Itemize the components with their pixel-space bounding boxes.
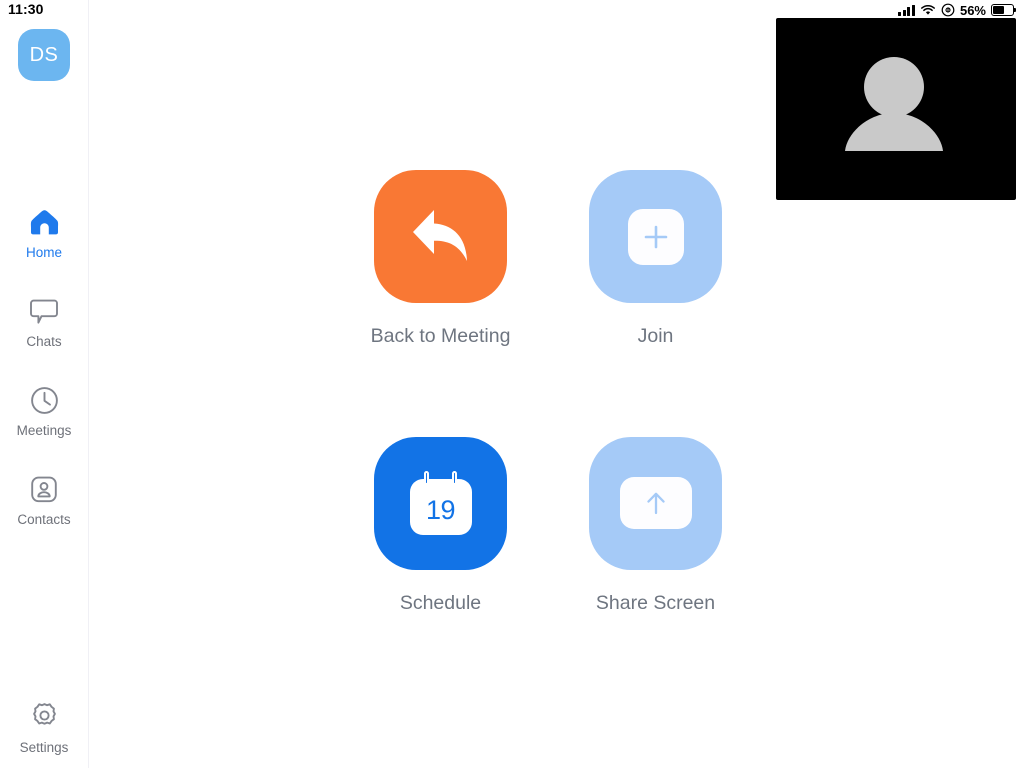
gear-icon xyxy=(30,699,59,733)
action-schedule[interactable]: 19 Schedule xyxy=(374,436,507,614)
sidebar-nav: Home Chats Meetings Contacts xyxy=(0,199,88,555)
battery-icon xyxy=(991,4,1016,16)
action-label: Share Screen xyxy=(595,591,716,614)
sidebar-item-label: Meetings xyxy=(16,423,72,438)
sidebar-item-label: Contacts xyxy=(17,512,71,527)
action-label: Schedule xyxy=(399,591,482,614)
avatar-initials: DS xyxy=(29,43,59,66)
share-screen-tile[interactable] xyxy=(589,436,722,570)
calendar-day: 19 xyxy=(425,494,456,525)
sidebar-item-home[interactable]: Home xyxy=(0,199,88,288)
avatar[interactable]: DS xyxy=(18,29,70,81)
battery-percent: 56% xyxy=(959,2,986,18)
sidebar-item-settings[interactable]: Settings xyxy=(0,699,88,755)
wifi-icon xyxy=(921,4,935,15)
status-bar: 11:30 56% xyxy=(0,0,1024,20)
home-actions: Back to Meeting Join 19 Schedule Share S… xyxy=(371,170,741,614)
action-label: Back to Meeting xyxy=(370,325,511,347)
schedule-tile[interactable]: 19 xyxy=(374,436,507,570)
person-silhouette-icon xyxy=(845,57,943,151)
chat-bubble-icon xyxy=(29,294,59,328)
sidebar-item-contacts[interactable]: Contacts xyxy=(0,466,88,555)
action-join[interactable]: Join xyxy=(589,170,722,347)
zoom-home-screen: 11:30 56% DS Home Chats Meetings Contact… xyxy=(0,0,1024,768)
self-video-preview[interactable] xyxy=(776,18,1016,200)
clock-icon xyxy=(30,383,59,417)
action-label: Join xyxy=(637,325,674,347)
calendar-icon: 19 xyxy=(409,471,472,535)
contacts-icon xyxy=(30,472,58,506)
cellular-signal-icon xyxy=(898,4,915,16)
home-icon xyxy=(29,205,60,239)
reply-arrow-icon xyxy=(412,209,467,261)
sidebar-item-chats[interactable]: Chats xyxy=(0,288,88,377)
sidebar-item-label: Chats xyxy=(26,334,62,349)
action-back-to-meeting[interactable]: Back to Meeting xyxy=(371,170,510,347)
sidebar-item-label: Home xyxy=(25,245,62,260)
join-tile[interactable] xyxy=(589,170,722,303)
calendar-ring xyxy=(423,471,429,485)
orientation-lock-icon xyxy=(941,3,955,17)
action-share-screen[interactable]: Share Screen xyxy=(589,436,722,614)
sidebar-item-label: Settings xyxy=(19,739,69,755)
up-arrow-icon xyxy=(646,492,665,515)
join-chip xyxy=(627,208,684,265)
sidebar-item-meetings[interactable]: Meetings xyxy=(0,377,88,466)
share-screen-chip xyxy=(619,477,692,529)
calendar-ring xyxy=(451,471,457,485)
back-to-meeting-tile[interactable] xyxy=(374,170,507,303)
status-indicators: 56% xyxy=(898,2,1016,18)
plus-icon xyxy=(644,225,667,248)
sidebar: DS Home Chats Meetings Contacts Settings xyxy=(0,0,89,768)
